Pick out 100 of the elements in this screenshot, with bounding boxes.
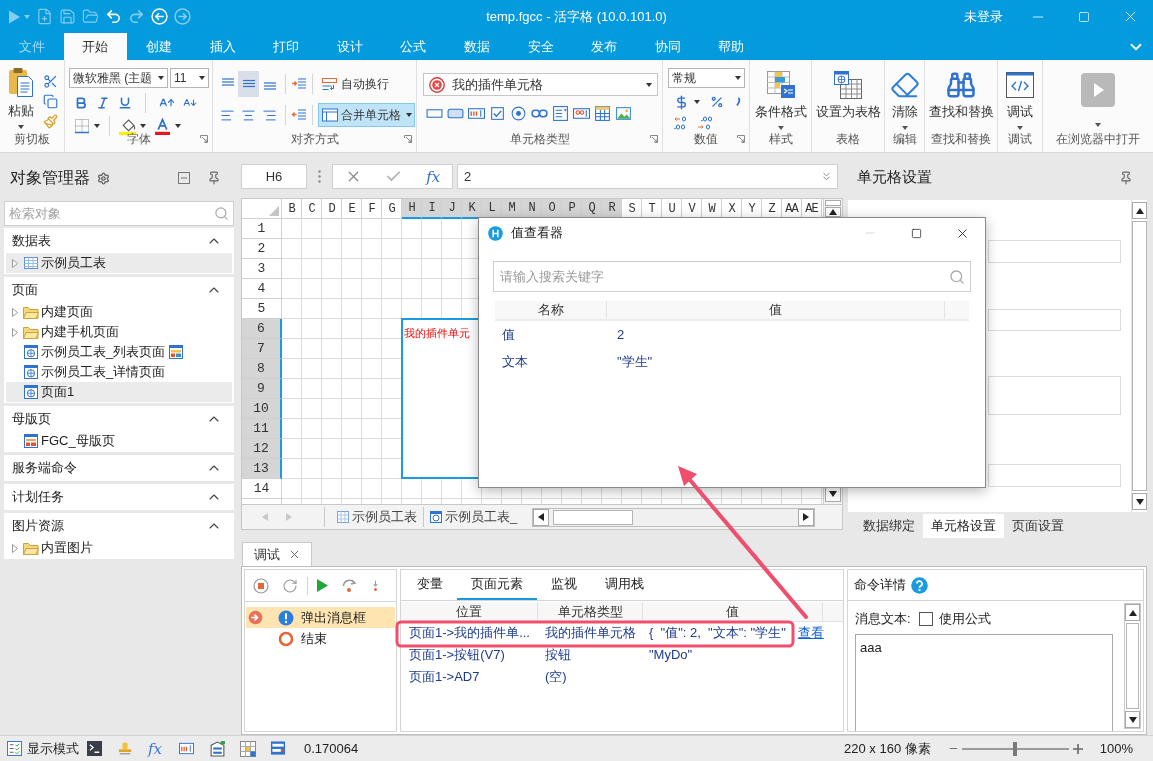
- column-header[interactable]: D: [322, 199, 342, 219]
- underline-icon[interactable]: [118, 96, 132, 110]
- font-size-select[interactable]: 11: [170, 68, 209, 88]
- column-header[interactable]: B: [282, 199, 302, 219]
- maximize-icon[interactable]: [910, 227, 922, 239]
- outdent-icon[interactable]: [291, 107, 307, 123]
- function-button[interactable]: fx: [426, 166, 441, 187]
- scroll-up-button[interactable]: [825, 207, 841, 217]
- align-middle-button[interactable]: [238, 71, 259, 97]
- debug-view-tab[interactable]: 监视: [537, 570, 591, 600]
- font-name-select[interactable]: 微软雅黑 (主题: [69, 68, 168, 88]
- column-header[interactable]: AA: [782, 199, 802, 219]
- brush-icon[interactable]: [43, 114, 58, 129]
- terminal-icon[interactable]: [87, 741, 102, 756]
- function-button[interactable]: fx: [148, 739, 162, 758]
- row-header[interactable]: 14: [242, 479, 282, 499]
- expand-arrow-icon[interactable]: [12, 543, 18, 553]
- column-header[interactable]: I: [422, 199, 442, 219]
- code-window-icon[interactable]: [1005, 70, 1035, 100]
- tree-item[interactable]: FGC_母版页: [6, 431, 232, 451]
- column-header[interactable]: H: [402, 199, 422, 219]
- undo-icon[interactable]: [105, 8, 122, 25]
- search-field[interactable]: 检索对象: [4, 201, 234, 226]
- indent-icon[interactable]: [291, 76, 307, 92]
- scroll-up-button[interactable]: [1125, 604, 1140, 621]
- restart-icon[interactable]: [282, 577, 298, 594]
- scrollbar-thumb[interactable]: [1126, 623, 1139, 709]
- conditional-format-icon[interactable]: [765, 70, 796, 100]
- panel-tab[interactable]: 单元格设置: [923, 514, 1004, 538]
- input-field[interactable]: [988, 240, 1121, 263]
- panel-tab[interactable]: 页面设置: [1004, 514, 1072, 538]
- row-header[interactable]: 6: [242, 319, 282, 339]
- tree-item[interactable]: 内置图片: [6, 538, 232, 558]
- cell-type-select[interactable]: 我的插件单元格: [423, 73, 658, 96]
- dialog-launcher-icon[interactable]: [737, 135, 745, 143]
- slider-thumb[interactable]: [1013, 741, 1018, 756]
- ribbon-button[interactable]: 查找和替换: [928, 70, 994, 120]
- scrollbar-thumb[interactable]: [553, 509, 633, 525]
- column-header[interactable]: O: [542, 199, 562, 219]
- cell-name-field[interactable]: H6: [241, 164, 307, 189]
- drag-handle-icon[interactable]: [318, 170, 321, 183]
- decrease-decimal-icon[interactable]: [697, 115, 713, 131]
- message-text-field[interactable]: aaa: [855, 634, 1113, 731]
- column-header[interactable]: P: [562, 199, 582, 219]
- tree-item[interactable]: 内建页面: [6, 302, 232, 322]
- caret-icon[interactable]: [694, 100, 700, 104]
- tree-item[interactable]: 示例员工表: [6, 253, 232, 273]
- step-item[interactable]: 结束: [246, 628, 395, 649]
- scrollbar-thumb[interactable]: [1132, 221, 1147, 491]
- expand-icon[interactable]: [820, 170, 833, 183]
- pin-icon[interactable]: [207, 171, 221, 185]
- step-item[interactable]: 弹出消息框: [246, 607, 395, 628]
- text-field-icon[interactable]: [178, 741, 195, 756]
- column-header[interactable]: E: [342, 199, 362, 219]
- binoculars-icon[interactable]: [946, 70, 976, 100]
- row-header[interactable]: 10: [242, 399, 282, 419]
- row-header[interactable]: 3: [242, 259, 282, 279]
- column-header[interactable]: AE: [802, 199, 822, 219]
- number-format-select[interactable]: 常规: [668, 68, 745, 88]
- bold-icon[interactable]: [74, 96, 88, 110]
- row-header[interactable]: 7: [242, 339, 282, 359]
- borders-icon[interactable]: [74, 118, 90, 134]
- percent-icon[interactable]: [710, 95, 724, 109]
- dialog-launcher-icon[interactable]: [404, 135, 412, 143]
- table-icon[interactable]: [594, 105, 611, 122]
- caret-icon[interactable]: [646, 82, 652, 87]
- tree-item[interactable]: 示例员工表_列表页面: [6, 342, 232, 362]
- caret-icon[interactable]: [901, 126, 908, 130]
- row-header[interactable]: 13: [242, 459, 282, 479]
- scroll-down-button[interactable]: [1125, 711, 1140, 728]
- debug-view-tab[interactable]: 变量: [403, 570, 457, 600]
- ribbon-button[interactable]: 设置为表格: [815, 70, 881, 120]
- checkbox-icon[interactable]: [489, 105, 506, 122]
- collapse-all-icon[interactable]: [178, 172, 190, 184]
- sheet-tab[interactable]: 示例员工表: [337, 507, 417, 527]
- caret-icon[interactable]: [735, 76, 741, 80]
- font-color-icon[interactable]: [154, 117, 171, 135]
- column-header[interactable]: F: [362, 199, 382, 219]
- caret-icon[interactable]: [140, 124, 146, 128]
- scroll-left-button[interactable]: [533, 508, 549, 526]
- radio-icon[interactable]: [510, 105, 527, 122]
- tree-item[interactable]: 示例员工表_详情页面: [6, 362, 232, 382]
- expand-arrow-icon[interactable]: [12, 327, 18, 337]
- row-header[interactable]: 2: [242, 239, 282, 259]
- tree-item[interactable]: 页面1: [6, 382, 232, 402]
- column-header[interactable]: J: [442, 199, 462, 219]
- grid-icon[interactable]: [240, 740, 256, 757]
- scroll-down-button[interactable]: [1132, 493, 1147, 510]
- copy-icon[interactable]: [43, 94, 58, 109]
- row-header[interactable]: 8: [242, 359, 282, 379]
- column-header[interactable]: M: [502, 199, 522, 219]
- column-header[interactable]: N: [522, 199, 542, 219]
- grid-globe-icon[interactable]: [833, 70, 863, 100]
- stamp-icon[interactable]: [118, 741, 132, 756]
- display-mode-button[interactable]: 显示模式: [7, 738, 79, 759]
- formula-field[interactable]: 2: [457, 164, 838, 189]
- step-over-icon[interactable]: [341, 577, 358, 594]
- text-field-icon[interactable]: [468, 105, 485, 122]
- ribbon-button[interactable]: 条件格式: [754, 70, 807, 130]
- sheet-tab[interactable]: 示例员工表_: [430, 507, 518, 527]
